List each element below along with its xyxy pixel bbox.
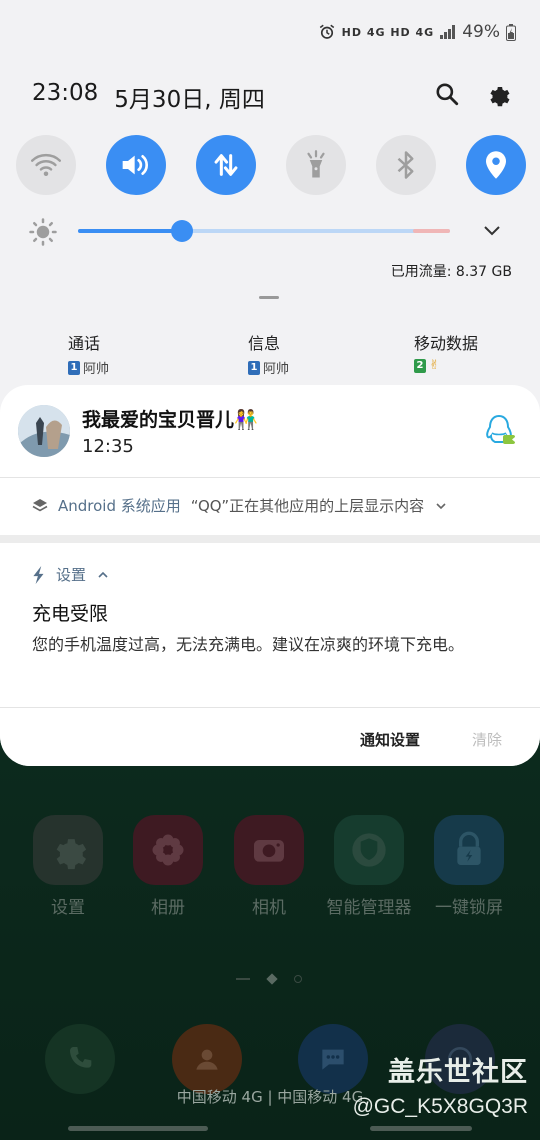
app-device-care[interactable]: 智能管理器 [319,815,419,918]
date: 5月30日, 周四 [114,87,265,113]
wifi-icon [31,153,61,176]
section-separator [0,535,540,543]
app-lock-screen[interactable]: 一键锁屏 [419,815,519,918]
drag-handle[interactable] [259,296,279,299]
data-usage: 已用流量: 8.37 GB [390,264,512,280]
notice-title: 充电受限 [32,603,109,625]
clear-button[interactable]: 清除 [472,729,502,750]
lock-icon [434,815,504,885]
volume-icon [122,154,149,175]
search-icon [436,83,459,106]
network-indicators: HD 4G HD 4G [341,25,435,39]
app-label: 相册 [151,898,185,918]
app-label: 相机 [252,898,286,918]
search-button[interactable] [429,76,465,112]
sim-name: 阿帅 [83,362,110,377]
shield-icon [334,815,404,885]
sim-settings: 通话 1 阿帅 信息 1 阿帅 移动数据 2 ✌ [0,330,540,377]
battery-percent: 49% [462,22,500,42]
page-indicator [236,973,302,985]
sim-calls[interactable]: 通话 1 阿帅 [68,330,109,377]
app-camera[interactable]: 相机 [219,815,319,918]
sim-slot-badge: 2 [414,358,426,373]
chevron-down-icon[interactable] [434,501,448,511]
nav-bar-right [370,1126,472,1131]
android-app-name: Android 系统应用 [58,497,181,515]
app-settings[interactable]: 设置 [18,815,118,918]
alarm-icon [319,24,334,39]
sim-title: 移动数据 [414,334,479,353]
notice-body: 您的手机温度过高，无法充满电。建议在凉爽的环境下充电。 [32,635,465,654]
notification-actions: 通知设置 清除 [0,725,540,755]
chevron-down-icon[interactable] [482,223,502,239]
contacts-icon[interactable] [172,1024,242,1094]
notification-card: 我最爱的宝贝晋儿👫 12:35 Android 系统应用 “QQ”正在其他应用的… [0,385,540,766]
qq-notification[interactable]: 我最爱的宝贝晋儿👫 12:35 [0,385,540,477]
nav-bar-left [68,1126,208,1131]
watermark-site: 盖乐世社区 [388,1057,528,1087]
sound-toggle[interactable] [106,135,166,195]
flashlight-icon [307,150,325,178]
qq-penguin-icon [486,414,515,444]
quick-toggles [16,135,526,195]
camera-icon [234,815,304,885]
gear-icon [490,86,510,107]
avatar [18,405,70,457]
sim-slot-badge: 1 [248,360,260,375]
app-label: 设置 [51,898,85,918]
sim-name: 阿帅 [263,362,290,377]
qq-time: 12:35 [82,436,134,457]
bluetooth-icon [397,151,414,179]
settings-button[interactable] [480,76,516,112]
sim-title: 信息 [248,334,281,353]
sim-messages[interactable]: 信息 1 阿帅 [248,330,289,377]
divider [0,477,540,478]
phone-icon[interactable] [45,1024,115,1094]
status-bar: HD 4G HD 4G 49% [318,22,516,42]
location-pin-icon [486,151,506,179]
app-label: 一键锁屏 [435,898,503,918]
data-arrows-icon [214,154,238,176]
chevron-up-icon[interactable] [96,570,110,580]
watermark: 盖乐世社区 @GC_K5X8GQ3R [353,1050,528,1119]
battery-icon [506,23,516,41]
gear-icon [33,815,103,885]
layers-icon [32,498,48,511]
header-datetime[interactable]: 23:08 5月30日, 周四 [32,80,265,114]
divider [0,707,540,708]
sim-title: 通话 [68,334,101,353]
brightness-fill [78,229,183,233]
wifi-toggle[interactable] [16,135,76,195]
lightning-icon [33,565,44,584]
sim-slot-badge: 1 [68,360,80,375]
watermark-user: @GC_K5X8GQ3R [352,1095,528,1118]
bluetooth-toggle[interactable] [376,135,436,195]
sun-icon [29,218,57,246]
sim-name: ✌ [429,358,440,373]
flower-icon [133,815,203,885]
signal-icon [440,25,456,39]
settings-notice-header[interactable]: 设置 [32,564,110,585]
settings-app-name: 设置 [56,566,87,584]
android-notice-text: “QQ”正在其他应用的上层显示内容 [190,497,425,515]
brightness-slider[interactable] [28,215,512,247]
brightness-thumb[interactable] [171,220,194,242]
brightness-high-zone [413,229,450,233]
flashlight-toggle[interactable] [286,135,346,195]
clock: 23:08 [32,80,99,106]
sim-mobile-data[interactable]: 移动数据 2 ✌ [414,330,478,373]
location-toggle[interactable] [466,135,526,195]
android-system-notice[interactable]: Android 系统应用 “QQ”正在其他应用的上层显示内容 [32,495,448,516]
notification-settings-button[interactable]: 通知设置 [360,729,420,750]
app-label: 智能管理器 [326,898,412,918]
qq-contact-name: 我最爱的宝贝晋儿👫 [82,409,258,431]
mobile-data-toggle[interactable] [196,135,256,195]
quick-panel: HD 4G HD 4G 49% 23:08 5月30日, 周四 已用流量: 8.… [0,0,540,766]
app-gallery[interactable]: 相册 [118,815,218,918]
